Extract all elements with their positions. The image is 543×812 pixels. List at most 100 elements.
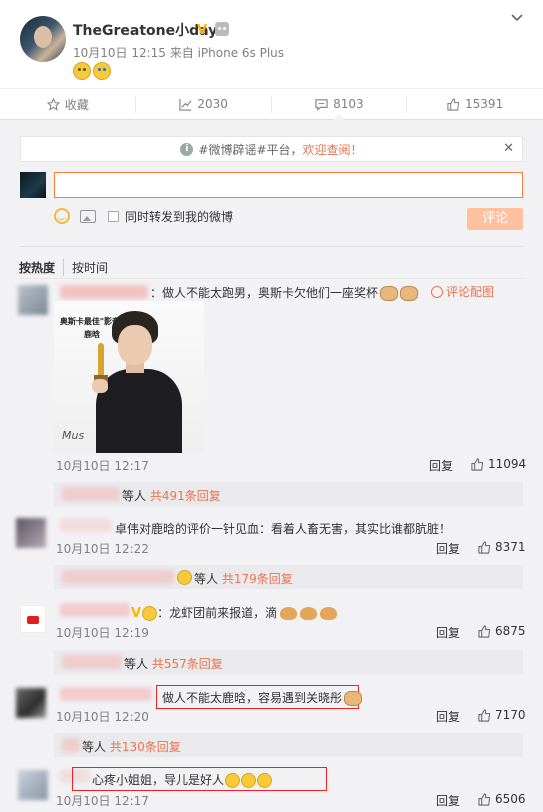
image-figure <box>92 379 108 393</box>
sad-emoji-icon <box>241 773 257 788</box>
comment-time: 10月10日 12:17 <box>56 794 149 808</box>
comment-count: 8103 <box>333 97 364 111</box>
like-count: 15391 <box>465 97 504 111</box>
comment-like-button[interactable]: 6506 <box>478 792 526 806</box>
thumbs-up-icon <box>478 792 491 806</box>
notice-text: #微博辟谣#平台， <box>198 142 303 157</box>
reply-button[interactable]: 回复 <box>436 708 460 725</box>
repost-icon <box>179 98 192 111</box>
reply-user-names <box>62 570 174 584</box>
reply-user-names <box>62 738 80 752</box>
sad-emoji-icon <box>225 773 241 788</box>
reply-user-names <box>62 655 122 669</box>
chevron-down-icon[interactable] <box>511 12 523 24</box>
commenter-name[interactable] <box>60 518 112 532</box>
comment-like-count: 7170 <box>495 708 526 722</box>
emoji-icon <box>142 606 158 621</box>
reply-user-names <box>62 487 120 501</box>
repost-button[interactable]: 2030 <box>136 89 272 119</box>
author-name[interactable]: TheGreatone小day <box>73 20 217 40</box>
thumbs-up-icon <box>478 708 491 722</box>
comment-text: 心疼小姐姐，导儿是好人 <box>92 771 273 788</box>
comment-time: 10月10日 12:17 <box>56 459 149 473</box>
star-icon <box>46 97 60 111</box>
verified-v-icon: V <box>197 23 208 38</box>
post-meta: 10月10日 12:15 来自 iPhone 6s Plus <box>73 46 285 60</box>
comment-time: 10月10日 12:19 <box>56 626 149 640</box>
reply-preview[interactable]: 等人 共179条回复 <box>54 565 523 589</box>
my-avatar <box>20 172 46 198</box>
reply-button[interactable]: 回复 <box>436 792 460 809</box>
like-button[interactable]: 15391 <box>407 89 543 119</box>
reply-summary: 等人 共130条回复 <box>82 740 181 754</box>
comment-like-count: 6875 <box>495 624 526 638</box>
comment-image[interactable]: 奥斯卡最佳"影帝" 鹿晗 Mus <box>54 301 204 453</box>
commenter-avatar[interactable] <box>18 285 48 315</box>
commenter-avatar[interactable] <box>16 688 46 718</box>
sad-emoji-icon <box>257 773 273 788</box>
repost-checkbox[interactable] <box>108 210 119 222</box>
reply-button[interactable]: 回复 <box>436 540 460 557</box>
post-header: TheGreatone小day V 10月10日 12:15 来自 iPhone… <box>0 0 543 88</box>
comment-like-button[interactable]: 7170 <box>478 708 526 722</box>
reply-button[interactable]: 回复 <box>429 457 453 474</box>
reply-preview[interactable]: 等人 共491条回复 <box>54 482 523 506</box>
divider <box>20 278 523 279</box>
commenter-name[interactable] <box>60 687 152 701</box>
repost-checkbox-label: 同时转发到我的微博 <box>125 209 234 224</box>
commenter-avatar[interactable] <box>20 605 46 633</box>
verified-v-icon: V <box>131 606 142 621</box>
comment-time: 10月10日 12:22 <box>56 542 149 556</box>
picture-link-label: 评论配图 <box>446 285 495 299</box>
thumbs-up-icon <box>447 97 460 111</box>
commenter-avatar[interactable] <box>16 518 46 548</box>
rumor-notice: i #微博辟谣#平台， 欢迎查阅！ ✕ <box>20 136 523 162</box>
emoji-icon <box>177 570 192 585</box>
image-signature: Mus <box>62 429 85 442</box>
notice-link[interactable]: 欢迎查阅！ <box>303 141 363 158</box>
commenter-name[interactable] <box>60 285 148 299</box>
comment-input[interactable] <box>54 172 523 198</box>
comment-picture-link[interactable]: 评论配图 <box>431 283 494 300</box>
close-icon[interactable]: ✕ <box>503 141 514 156</box>
person-emoji-icon <box>93 62 111 80</box>
image-figure <box>96 369 182 453</box>
post-action-bar: 收藏 2030 8103 15391 <box>0 88 543 120</box>
favorite-button[interactable]: 收藏 <box>0 89 136 119</box>
reply-preview[interactable]: 等人 共130条回复 <box>54 733 523 757</box>
comment-button[interactable]: 8103 <box>272 89 408 120</box>
image-upload-icon[interactable] <box>80 209 96 223</box>
post-content <box>73 62 111 80</box>
repost-count: 2030 <box>197 97 228 111</box>
reply-summary: 等人 共179条回复 <box>194 572 293 586</box>
reply-preview[interactable]: 等人 共557条回复 <box>54 650 523 674</box>
info-icon: i <box>180 142 194 156</box>
comment-time: 10月10日 12:20 <box>56 710 149 724</box>
comment-like-count: 6506 <box>495 792 526 806</box>
tab-sort-time[interactable]: 按时间 <box>64 259 116 276</box>
comment-like-count: 11094 <box>488 457 527 471</box>
author-avatar[interactable] <box>20 16 66 62</box>
emoji-picker-icon[interactable] <box>54 208 70 224</box>
praying-hands-emoji-icon <box>280 607 298 620</box>
commenter-avatar[interactable] <box>18 770 48 800</box>
composer-tools: 同时转发到我的微博 <box>54 206 233 226</box>
reply-summary: 等人 共491条回复 <box>122 489 221 503</box>
commenter-name[interactable] <box>60 603 130 617</box>
comment-like-button[interactable]: 8371 <box>478 540 526 554</box>
tab-sort-hot[interactable]: 按热度 <box>19 259 65 276</box>
sort-tabs: 按热度 按时间 <box>19 259 116 276</box>
trophy-icon <box>98 343 104 377</box>
comment-like-button[interactable]: 11094 <box>471 457 526 471</box>
reply-button[interactable]: 回复 <box>436 624 460 641</box>
submit-comment-button[interactable]: 评论 <box>467 208 523 230</box>
comment-text: ：做人不能太跑男，奥斯卡欠他们一座奖杯 <box>150 284 419 301</box>
dog-emoji-icon <box>344 691 363 706</box>
image-figure <box>118 325 152 365</box>
thumbs-up-icon <box>478 540 491 554</box>
comment-like-count: 8371 <box>495 540 526 554</box>
comment-like-button[interactable]: 6875 <box>478 624 526 638</box>
comment-icon <box>315 98 328 111</box>
thinking-emoji-icon <box>73 62 91 80</box>
comment-text: V ：龙虾团前来报道，滴 <box>131 604 338 621</box>
